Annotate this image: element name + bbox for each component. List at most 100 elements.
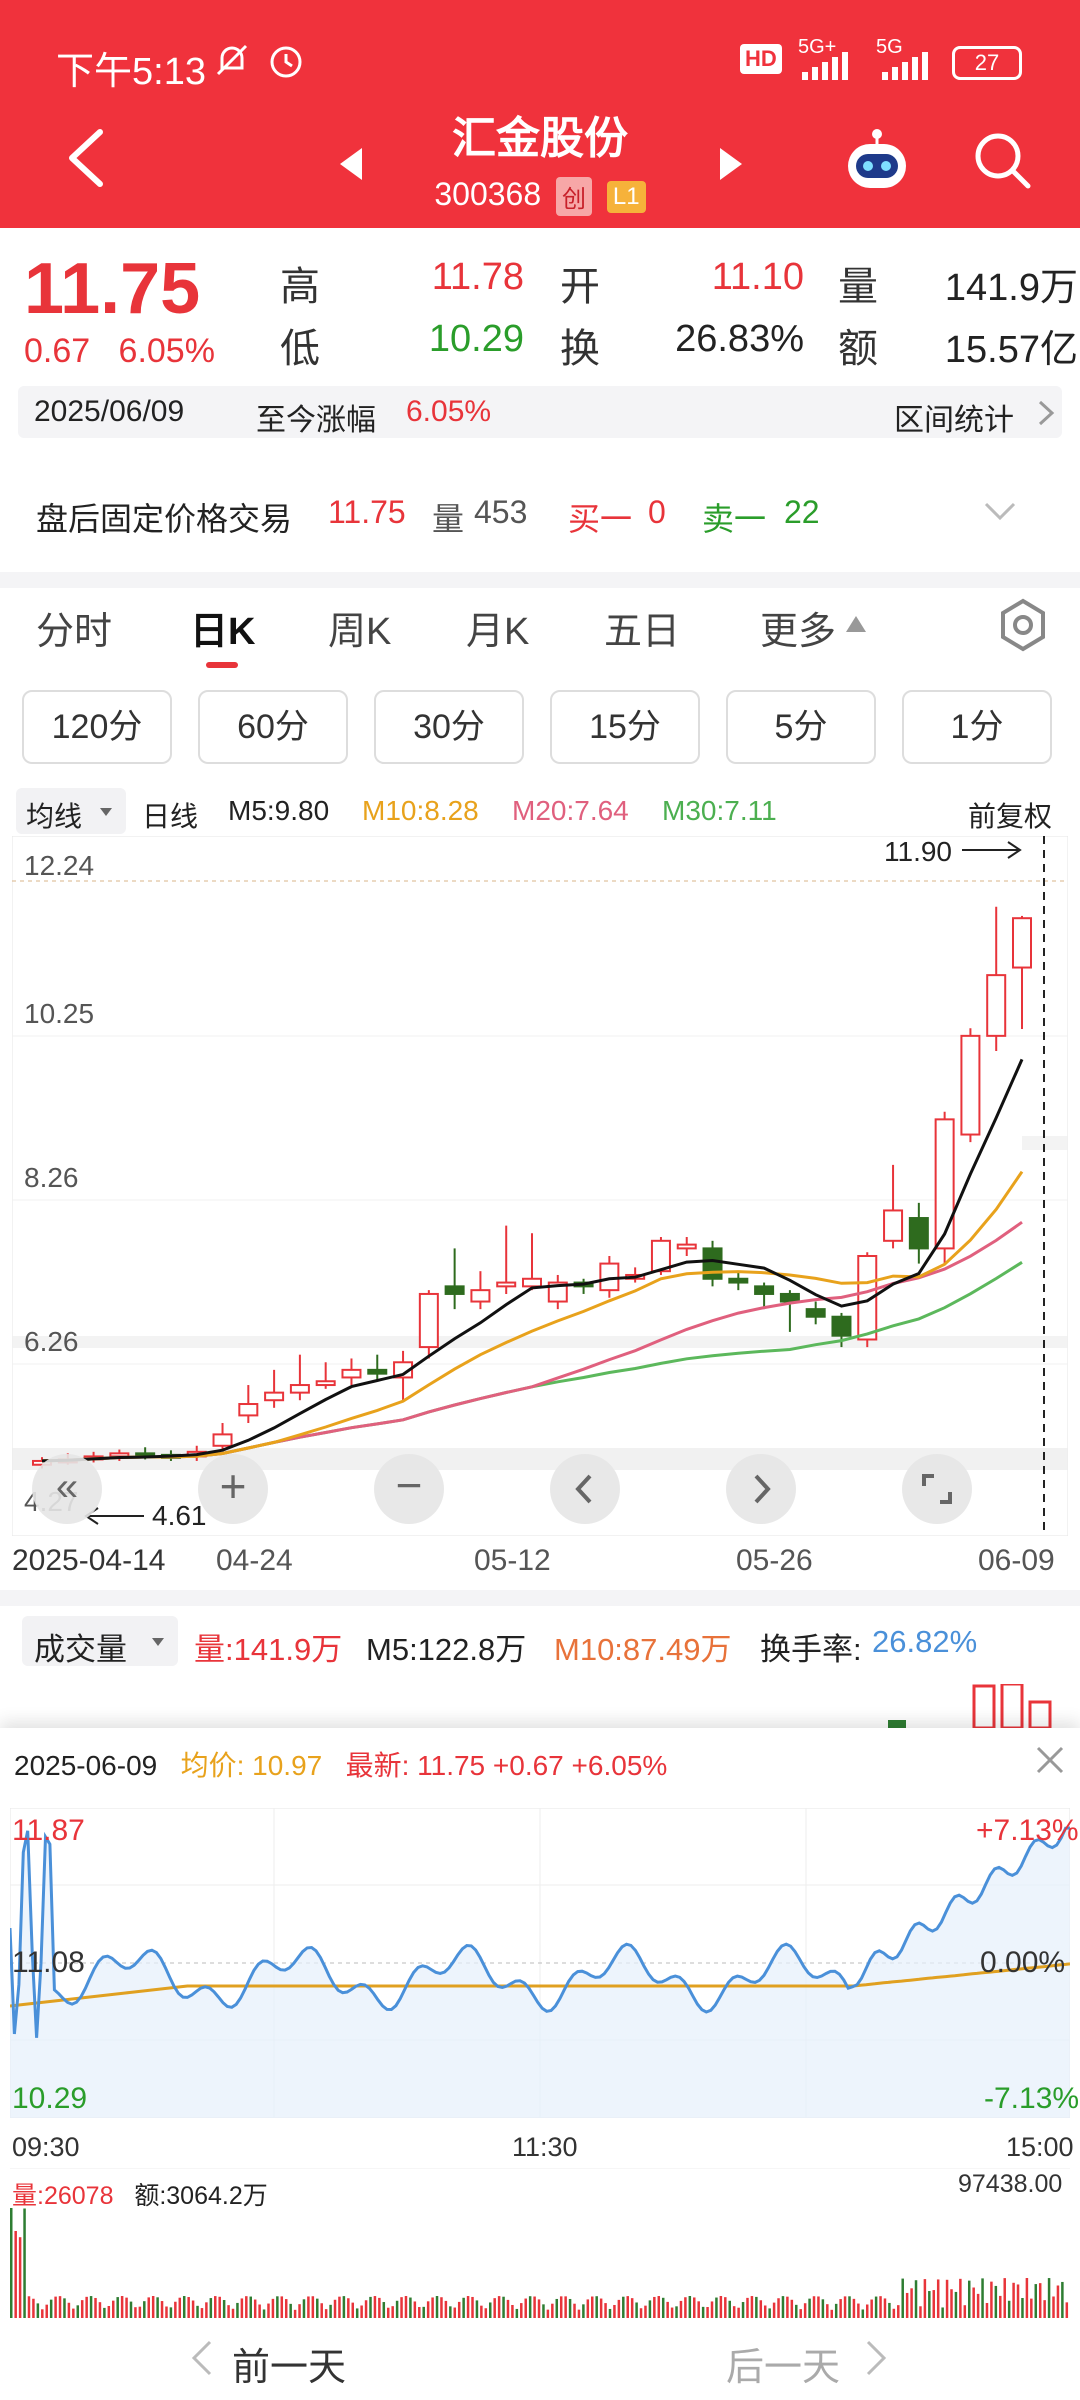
candle-body: [754, 1285, 775, 1295]
intraday-vol-bar: [293, 2309, 297, 2318]
intraday-vol-bar: [94, 2297, 97, 2318]
intraday-vol-bar: [1007, 2300, 1011, 2318]
range-date: 2025/06/09: [34, 395, 185, 428]
intraday-vol-bar: [546, 2309, 550, 2318]
zoom-in-button[interactable]: +: [198, 1454, 268, 1524]
intraday-vol-bar: [1003, 2278, 1006, 2318]
tab-weekly-k[interactable]: 周K: [328, 600, 391, 655]
tab-five-day[interactable]: 五日: [604, 600, 680, 655]
after-hours-vol-label: 量: [432, 501, 465, 537]
range-bar[interactable]: 2025/06/09 至今涨幅 6.05% 区间统计: [18, 386, 1062, 438]
intraday-vol-bar: [950, 2289, 953, 2318]
next-day-button[interactable]: 后一天: [726, 2336, 840, 2391]
intraday-vol-bar: [311, 2296, 315, 2318]
robot-assistant-icon[interactable]: [842, 124, 912, 194]
intraday-vol-bar: [191, 2300, 195, 2318]
interval-60min-button[interactable]: 60分: [198, 690, 348, 764]
intraday-vol-bar: [675, 2306, 678, 2318]
intraday-vol-bar: [165, 2306, 168, 2318]
intraday-vol-bar: [200, 2308, 204, 2318]
intraday-vol-bar: [426, 2301, 430, 2318]
fullscreen-button[interactable]: [902, 1454, 972, 1524]
candle-body: [522, 1277, 542, 1288]
sell1-value: 22: [784, 494, 820, 530]
intraday-vol-bar: [657, 2296, 661, 2318]
tab-daily-k[interactable]: 日K: [190, 600, 255, 655]
candle-body: [728, 1277, 749, 1284]
intraday-vol-bar: [23, 2208, 26, 2318]
intraday-vol-bar: [763, 2305, 767, 2318]
candle-body: [238, 1403, 259, 1417]
intraday-volume-chart: [10, 2168, 1070, 2318]
prev-day-button[interactable]: 前一天: [232, 2336, 346, 2391]
chevron-down-icon[interactable]: [982, 500, 1018, 524]
intraday-vol-bar: [386, 2307, 390, 2318]
zoom-out-button[interactable]: −: [374, 1454, 444, 1524]
intraday-vol-bar: [151, 2296, 155, 2318]
interval-15min-button[interactable]: 15分: [550, 690, 700, 764]
intraday-vol-bar: [41, 2309, 44, 2318]
intraday-vol-bar: [471, 2296, 474, 2318]
tab-monthly-k[interactable]: 月K: [466, 600, 529, 655]
pan-right-button[interactable]: [726, 1454, 796, 1524]
intraday-vol-bar: [768, 2308, 771, 2318]
intraday-vol-bar: [160, 2301, 164, 2318]
intraday-vol-bar: [329, 2304, 332, 2318]
zoom-fit-button[interactable]: «: [32, 1454, 102, 1524]
intraday-vol-bar: [843, 2296, 847, 2318]
search-icon[interactable]: [970, 128, 1034, 192]
intraday-vol-bar: [1061, 2281, 1064, 2318]
intraday-vol-bar: [413, 2301, 417, 2318]
intraday-vol-bar: [391, 2306, 394, 2318]
interval-30min-button[interactable]: 30分: [374, 690, 524, 764]
intraday-vol-bar: [728, 2300, 731, 2318]
intraday-vol-bar: [267, 2303, 270, 2318]
candle-body: [315, 1380, 336, 1387]
intraday-vol-bar: [480, 2305, 483, 2318]
adjust-mode[interactable]: 前复权: [968, 795, 1052, 835]
intraday-vol-bar: [941, 2307, 944, 2318]
indicator-dropdown-label: 成交量: [34, 1632, 127, 1667]
last-label: 最新:: [345, 1750, 410, 1781]
intraday-vol-bar: [999, 2295, 1002, 2318]
header-bar: 下午5:13 HD 5G+ 5G 27 汇金股份 300368 创 L1: [0, 0, 1080, 228]
intraday-vol-bar: [27, 2296, 31, 2318]
range-label: 至今涨幅: [256, 404, 376, 437]
intraday-vol-bar: [320, 2303, 323, 2318]
intraday-vol-bar: [897, 2305, 900, 2318]
intraday-vol-bar: [324, 2309, 328, 2318]
after-hours-row[interactable]: 盘后固定价格交易 11.75 量 453 买一 0 卖一 22: [0, 470, 1080, 550]
intraday-vol-bar: [112, 2300, 115, 2318]
ma-dropdown[interactable]: 均线: [16, 788, 126, 834]
interval-5min-button[interactable]: 5分: [726, 690, 876, 764]
date-label-5: 06-09: [978, 1544, 1055, 1577]
next-stock-icon[interactable]: [716, 146, 746, 182]
candle-body: [496, 1281, 517, 1288]
intraday-vol-bar: [954, 2291, 958, 2318]
intraday-vol-bar: [302, 2299, 306, 2318]
intraday-vol-bar: [990, 2281, 993, 2318]
tab-more[interactable]: 更多: [760, 600, 836, 655]
intraday-vol-bar: [182, 2296, 186, 2318]
indicator-dropdown[interactable]: 成交量: [22, 1616, 178, 1667]
chevron-left-icon: [575, 1474, 592, 1504]
pan-left-button[interactable]: [550, 1454, 620, 1524]
intraday-vol-bar: [511, 2304, 514, 2318]
interval-1min-button[interactable]: 1分: [902, 690, 1052, 764]
intraday-vol-bar: [741, 2302, 745, 2318]
interval-120min-button[interactable]: 120分: [22, 690, 172, 764]
kline-chart[interactable]: 12.24 10.25 8.26 6.26 4.27 11.90 4.61 « …: [11, 835, 1069, 1537]
tab-intraday[interactable]: 分时: [36, 600, 112, 655]
intraday-vol-bar: [959, 2278, 962, 2318]
candle-body: [470, 1289, 491, 1303]
settings-icon[interactable]: [998, 598, 1048, 652]
close-icon[interactable]: [1030, 1740, 1070, 1780]
intraday-chart[interactable]: [10, 1808, 1070, 2118]
intraday-vol-bar: [808, 2298, 811, 2318]
range-stat-link[interactable]: 区间统计: [894, 395, 1014, 439]
intraday-top-price: 11.87: [12, 1814, 85, 1847]
open-label: 开: [560, 265, 600, 309]
intraday-vol-bar: [852, 2298, 856, 2318]
intraday-vol-bar: [901, 2278, 904, 2318]
intraday-vol-bar: [537, 2299, 541, 2318]
